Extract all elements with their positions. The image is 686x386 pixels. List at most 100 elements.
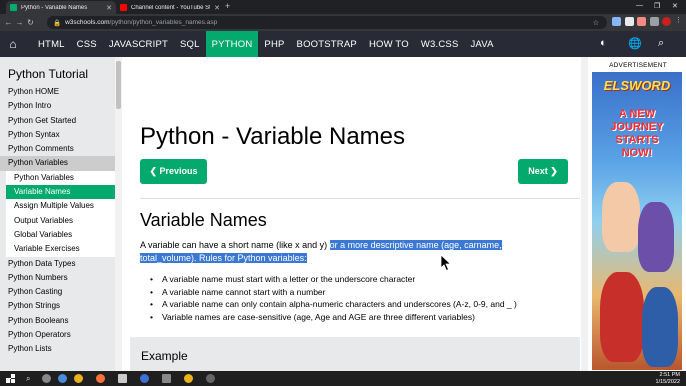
- main-content: Python - Variable Names ❮ Previous Next …: [122, 57, 590, 371]
- sidebar-item[interactable]: Python Syntax: [0, 128, 115, 142]
- nav-w3css[interactable]: W3.CSS: [415, 31, 465, 57]
- globe-icon[interactable]: 🌐: [628, 37, 642, 50]
- sidebar-item[interactable]: Python Lists: [0, 342, 115, 356]
- sidebar-item[interactable]: Python HOME: [0, 85, 115, 99]
- nav-java[interactable]: JAVA: [464, 31, 499, 57]
- ad-copy-line: JOURNEY: [610, 121, 664, 133]
- divider: [140, 198, 580, 199]
- list-item: A variable name must start with a letter…: [150, 273, 580, 286]
- w3-topnav: ⌂ HTML CSS JAVASCRIPT SQL PYTHON PHP BOO…: [0, 31, 686, 57]
- youtube-favicon-icon: [120, 4, 127, 11]
- sidebar-item[interactable]: Python Strings: [0, 299, 115, 313]
- nav-php[interactable]: PHP: [258, 31, 290, 57]
- sidebar-subitem[interactable]: Global Variables: [6, 227, 115, 243]
- tab-title: Channel content - YouTube Stu: [131, 4, 211, 11]
- nav-howto[interactable]: HOW TO: [363, 31, 415, 57]
- ad-copy-line: A NEW: [618, 108, 656, 120]
- calculator-icon[interactable]: [162, 374, 171, 383]
- nav-html[interactable]: HTML: [32, 31, 71, 57]
- firefox-icon[interactable]: [96, 374, 105, 383]
- extension-icon[interactable]: [612, 17, 621, 26]
- extensions-puzzle-icon[interactable]: [650, 17, 659, 26]
- nav-css[interactable]: CSS: [71, 31, 103, 57]
- restore-icon[interactable]: ❐: [654, 2, 660, 10]
- home-icon[interactable]: ⌂: [0, 37, 26, 51]
- close-tab-icon[interactable]: ✕: [106, 4, 112, 12]
- lock-icon: 🔒: [53, 19, 62, 27]
- sidebar-item[interactable]: Python Operators: [0, 328, 115, 342]
- ad-character: [642, 287, 678, 367]
- ad-label: ADVERTISEMENT: [609, 62, 667, 69]
- advertisement-banner[interactable]: ELSWORD A NEW JOURNEY STARTS NOW!: [592, 72, 682, 370]
- previous-button[interactable]: ❮ Previous: [140, 159, 207, 184]
- sidebar-item[interactable]: Python Comments: [0, 142, 115, 156]
- windows-taskbar: ⌕ 2:51 PM 1/15/2022: [0, 371, 686, 386]
- dark-mode-toggle-icon[interactable]: ◐: [600, 37, 607, 49]
- sidebar-scrollbar[interactable]: [115, 57, 122, 371]
- menu-kebab-icon[interactable]: ⋮: [675, 17, 682, 26]
- reload-icon[interactable]: ↻: [25, 18, 36, 27]
- back-icon[interactable]: ←: [3, 18, 14, 27]
- chrome-icon[interactable]: [74, 374, 83, 383]
- sidebar-subitem-active[interactable]: Variable Names: [6, 185, 115, 200]
- taskbar-app-icon[interactable]: [140, 374, 149, 383]
- chrome-icon[interactable]: [184, 374, 193, 383]
- extension-icon[interactable]: [637, 17, 646, 26]
- sidebar-subitem[interactable]: Output Variables: [6, 213, 115, 228]
- next-button[interactable]: Next ❯: [518, 159, 568, 184]
- intro-text: A variable can have a short name (like x…: [140, 240, 330, 250]
- task-view-icon[interactable]: [42, 374, 51, 383]
- browser-tab[interactable]: Channel content - YouTube Stu ✕: [116, 1, 224, 14]
- ad-character: [602, 182, 640, 252]
- taskbar-app-icon[interactable]: [58, 374, 67, 383]
- section-title: Variable Names: [140, 210, 267, 230]
- ad-copy: A NEW JOURNEY STARTS NOW!: [596, 108, 678, 160]
- rules-list: A variable name must start with a letter…: [150, 273, 580, 323]
- extension-icon[interactable]: [625, 17, 634, 26]
- clock-date: 1/15/2022: [655, 378, 680, 385]
- close-tab-icon[interactable]: ✕: [214, 4, 220, 12]
- sidebar-item[interactable]: Python Numbers: [0, 271, 115, 285]
- url-bar[interactable]: 🔒 w3schools.com /python/python_variables…: [47, 16, 607, 29]
- sidebar-subitem[interactable]: Assign Multiple Values: [6, 199, 115, 214]
- nav-sql[interactable]: SQL: [174, 31, 206, 57]
- sidebar-subitem[interactable]: Variable Exercises: [6, 242, 115, 257]
- search-icon[interactable]: ⌕: [658, 37, 664, 50]
- sidebar-item-variables-group[interactable]: Python Variables: [0, 156, 115, 171]
- sidebar-subitem[interactable]: Python Variables: [6, 170, 115, 186]
- sidebar-scroll-thumb[interactable]: [116, 61, 121, 109]
- example-box: Example: [130, 337, 580, 371]
- forward-icon[interactable]: →: [14, 18, 25, 27]
- sidebar-item[interactable]: Python Intro: [0, 99, 115, 113]
- nav-bootstrap[interactable]: BOOTSTRAP: [291, 31, 363, 57]
- search-icon[interactable]: ⌕: [26, 374, 30, 384]
- taskbar-app-icon[interactable]: [206, 374, 215, 383]
- nav-python[interactable]: PYTHON: [205, 31, 259, 57]
- sidebar-item[interactable]: Python Get Started: [0, 114, 115, 128]
- tab-title: Python - Variable Names: [21, 4, 88, 11]
- sidebar-item[interactable]: Python Casting: [0, 285, 115, 299]
- intro-paragraph: A variable can have a short name (like x…: [140, 239, 560, 265]
- example-title: Example: [141, 349, 188, 363]
- w3schools-favicon-icon: [10, 4, 17, 11]
- sidebar: Python Tutorial Python HOME Python Intro…: [0, 57, 115, 371]
- ad-copy-line: STARTS: [615, 134, 659, 146]
- profile-avatar[interactable]: [662, 17, 671, 26]
- windows-start-icon[interactable]: [6, 374, 15, 383]
- clock-time: 2:51 PM: [659, 372, 680, 378]
- list-item: Variable names are case-sensitive (age, …: [150, 311, 580, 324]
- browser-tab-active[interactable]: Python - Variable Names ✕: [6, 1, 116, 14]
- bookmark-star-icon[interactable]: ☆: [593, 19, 599, 27]
- browser-tabstrip: Python - Variable Names ✕ Channel conten…: [0, 0, 686, 14]
- page-scrollbar[interactable]: [581, 57, 588, 371]
- page-title: Python - Variable Names: [140, 123, 406, 150]
- minimize-icon[interactable]: —: [636, 2, 643, 9]
- sidebar-item[interactable]: Python Booleans: [0, 314, 115, 328]
- new-tab-icon[interactable]: +: [225, 1, 230, 11]
- nav-javascript[interactable]: JAVASCRIPT: [103, 31, 174, 57]
- taskbar-clock[interactable]: 2:51 PM 1/15/2022: [656, 372, 680, 385]
- sidebar-heading: Python Tutorial: [8, 67, 89, 81]
- taskbar-app-icon[interactable]: [118, 374, 127, 383]
- sidebar-item[interactable]: Python Data Types: [0, 257, 115, 271]
- close-window-icon[interactable]: ✕: [672, 2, 678, 10]
